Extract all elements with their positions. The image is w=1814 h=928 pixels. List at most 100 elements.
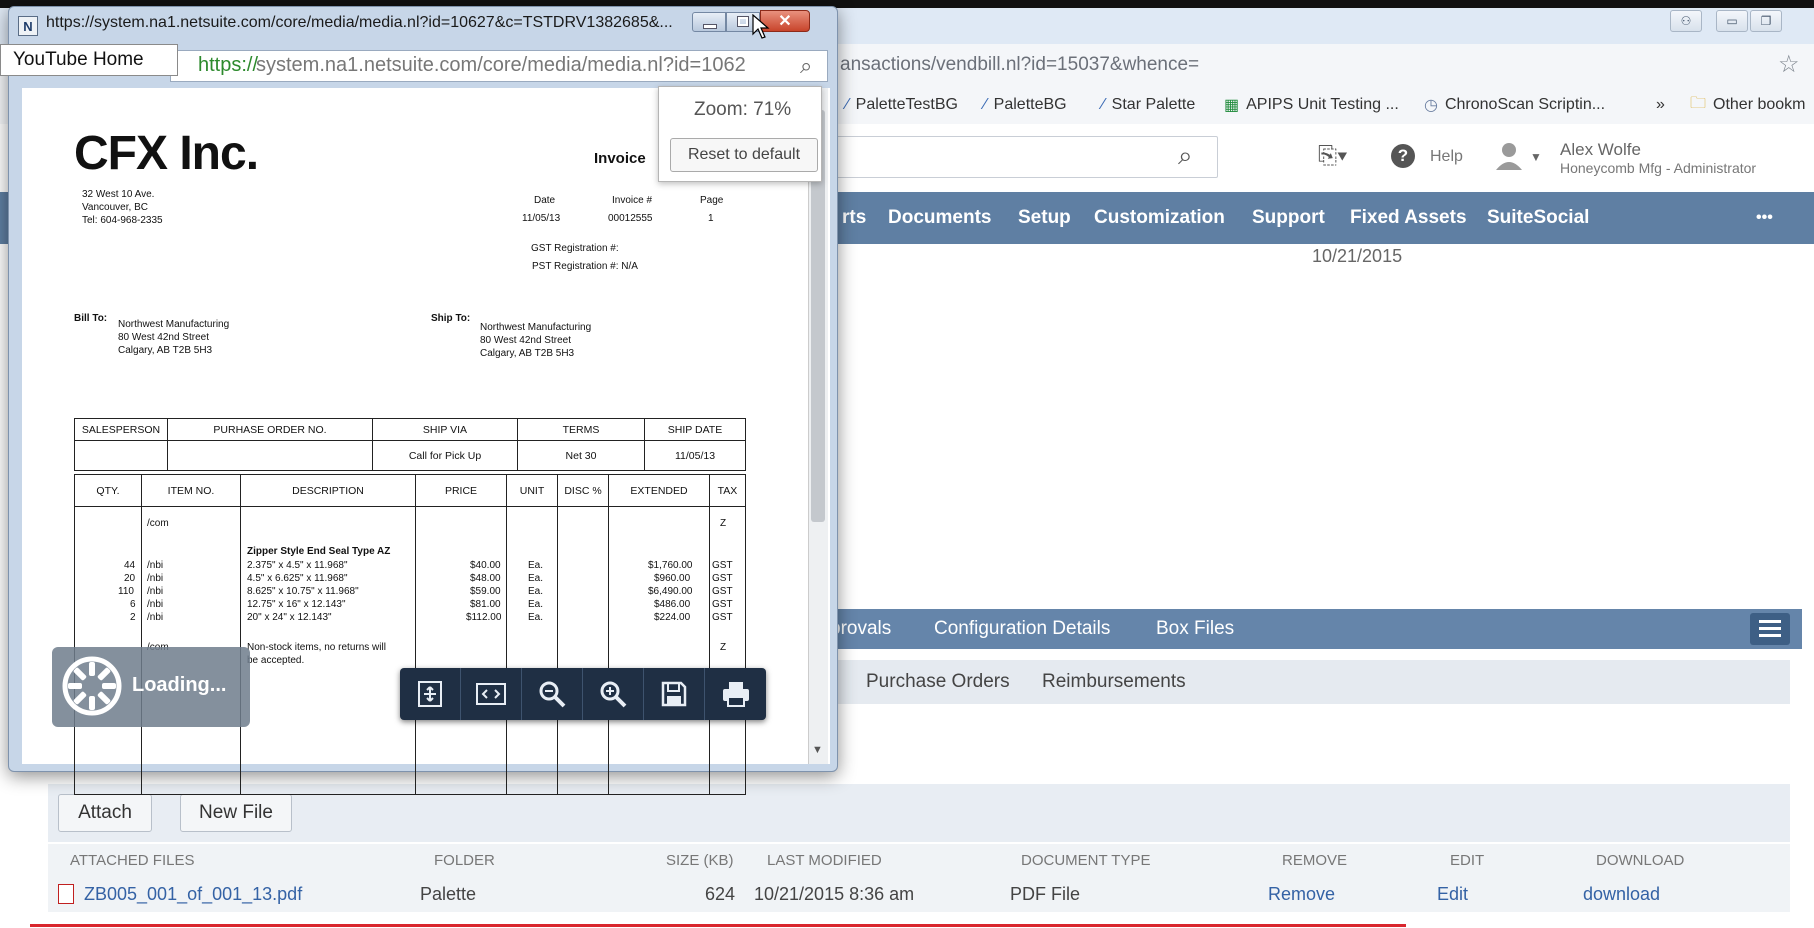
file-size: 624 — [705, 884, 736, 904]
tab-configuration-details[interactable]: Configuration Details — [934, 609, 1110, 649]
browser-restore-button[interactable]: ❐ — [1750, 10, 1782, 32]
chevron-down-icon[interactable]: ▼ — [1530, 150, 1542, 164]
create-new-record-icon[interactable]: ⎘▾ — [1318, 142, 1347, 170]
list-view-icon[interactable] — [1750, 613, 1790, 645]
col-folder[interactable]: FOLDER — [434, 852, 495, 869]
new-file-button[interactable]: New File — [180, 794, 292, 832]
invoice-line-price: $48.00 — [470, 573, 501, 584]
invoice-line-item: /nbi — [147, 612, 164, 623]
col-last-modified[interactable]: LAST MODIFIED — [767, 852, 882, 869]
fit-page-icon[interactable] — [400, 668, 461, 720]
invoice-line-extended: $486.00 — [654, 599, 691, 610]
bookmark-other-bookmarks[interactable]: 🗀 Other bookm — [1690, 92, 1806, 118]
nav-suitesocial[interactable]: SuiteSocial — [1487, 192, 1589, 244]
red-progress-line — [30, 924, 1406, 927]
invoice-header-cell: TERMS — [517, 418, 645, 441]
bookmark-palettetestbg[interactable]: ⁄ PaletteTestBG — [846, 92, 958, 118]
popup-minimize-button[interactable] — [692, 12, 726, 32]
tooltip: YouTube Home — [0, 44, 178, 76]
pdf-file-icon — [58, 884, 74, 904]
help-link[interactable]: Help — [1430, 148, 1463, 166]
invoice-note: Non-stock items, no returns will — [247, 642, 386, 653]
invoice-line-item: /nbi — [147, 560, 164, 571]
print-icon[interactable] — [705, 668, 766, 720]
zoom-in-icon[interactable] — [583, 668, 644, 720]
browser-url-text[interactable]: ansactions/vendbill.nl?id=15037&whence= — [840, 54, 1199, 76]
bookmark-apips-unit-testing[interactable]: ▦ APIPS Unit Testing ... — [1224, 92, 1399, 118]
file-name-link[interactable]: ZB005_001_of_001_13.pdf — [84, 884, 302, 905]
bookmark-palettebg[interactable]: ⁄ PaletteBG — [984, 92, 1067, 118]
edit-link[interactable]: Edit — [1437, 884, 1468, 905]
invoice-note-tax: Z — [720, 642, 727, 653]
zoom-icon[interactable]: ⌕ — [800, 53, 812, 79]
bookmark-chronoscan[interactable]: ◷ ChronoScan Scriptin... — [1424, 92, 1605, 118]
invoice-line-extended: $1,760.00 — [648, 560, 693, 571]
file-folder: Palette — [420, 884, 477, 904]
invoice-line-tax: GST — [712, 586, 733, 597]
invoice-line-tax: Z — [720, 518, 727, 529]
invoice-line-tax: GST — [712, 573, 733, 584]
invoice-line-price: $112.00 — [466, 612, 502, 623]
invoice-line-unit: Ea. — [528, 599, 544, 610]
popup-url-scheme[interactable]: https:// — [198, 54, 258, 77]
col-download[interactable]: DOWNLOAD — [1596, 852, 1684, 869]
reset-zoom-button[interactable]: Reset to default — [670, 138, 818, 172]
help-icon[interactable]: ? — [1391, 144, 1415, 168]
download-link[interactable]: download — [1583, 884, 1660, 905]
fit-width-icon[interactable] — [461, 668, 522, 720]
invoice-header-table: SALESPERSON PURHASE ORDER NO. SHIP VIA T… — [74, 418, 746, 471]
col-size[interactable]: SIZE (KB) — [666, 852, 734, 869]
bookmarks-overflow[interactable]: » — [1656, 92, 1665, 118]
browser-minimize-button[interactable]: ▭ — [1716, 10, 1748, 32]
loading-spinner-icon — [62, 656, 122, 716]
subtab-purchase-orders[interactable]: Purchase Orders — [866, 660, 1010, 704]
invoice-line-price: $59.00 — [470, 586, 501, 597]
nav-setup[interactable]: Setup — [1018, 192, 1071, 244]
nav-customization[interactable]: Customization — [1094, 192, 1225, 244]
nav-more-icon[interactable]: ••• — [1756, 192, 1773, 244]
invoice-number-label: Invoice # — [612, 195, 653, 206]
global-search-input[interactable] — [820, 136, 1218, 178]
zoom-out-icon[interactable] — [522, 668, 583, 720]
folder-icon: 🗀 — [1690, 94, 1707, 112]
nav-documents[interactable]: Documents — [888, 192, 991, 244]
tab-approvals[interactable]: provals — [830, 609, 891, 649]
ship-to-line: Northwest Manufacturing — [480, 322, 592, 333]
invoice-line-item: /nbi — [147, 573, 164, 584]
tab-box-files[interactable]: Box Files — [1156, 609, 1234, 649]
browser-user-icon[interactable]: ⚇ — [1670, 10, 1702, 32]
nav-reports[interactable]: rts — [842, 192, 866, 244]
bookmark-star-icon[interactable]: ☆ — [1778, 50, 1800, 79]
invoice-line-tax: GST — [712, 560, 733, 571]
invoice-line-header: PRICE — [415, 474, 507, 507]
user-avatar-icon[interactable] — [1494, 140, 1524, 170]
nav-fixed-assets[interactable]: Fixed Assets — [1350, 192, 1467, 244]
user-role[interactable]: Honeycomb Mfg - Administrator — [1560, 160, 1756, 176]
search-icon[interactable]: ⌕ — [1178, 140, 1193, 172]
attach-button[interactable]: Attach — [58, 794, 152, 832]
invoice-line-price: $81.00 — [470, 599, 501, 610]
popup-url-text[interactable]: system.na1.netsuite.com/core/media/media… — [256, 54, 746, 77]
user-name[interactable]: Alex Wolfe — [1560, 140, 1641, 160]
invoice-line-desc: 20" x 24" x 12.143" — [247, 612, 332, 623]
save-icon[interactable] — [644, 668, 705, 720]
popup-title: https://system.na1.netsuite.com/core/med… — [46, 14, 673, 31]
nav-support[interactable]: Support — [1252, 192, 1325, 244]
invoice-line-desc: 2.375" x 4.5" x 11.968" — [247, 560, 348, 571]
bookmark-star-palette[interactable]: ⁄ Star Palette — [1102, 92, 1195, 118]
col-attached-files[interactable]: ATTACHED FILES — [70, 852, 194, 869]
invoice-address-line: 32 West 10 Ave. — [82, 189, 155, 200]
invoice-gst: GST Registration #: — [531, 243, 619, 254]
invoice-pst: PST Registration #: N/A — [532, 261, 638, 272]
invoice-address-line: Tel: 604-968-2335 — [82, 215, 163, 226]
col-document-type[interactable]: DOCUMENT TYPE — [1021, 852, 1150, 869]
col-edit[interactable]: EDIT — [1450, 852, 1484, 869]
col-remove[interactable]: REMOVE — [1282, 852, 1347, 869]
subtab-reimbursements[interactable]: Reimbursements — [1042, 660, 1186, 704]
invoice-page-value: 1 — [708, 213, 714, 224]
mouse-cursor-icon — [752, 14, 770, 39]
remove-link[interactable]: Remove — [1268, 884, 1335, 905]
invoice-note: be accepted. — [247, 655, 305, 666]
invoice-header-value: Call for Pick Up — [372, 440, 518, 471]
scroll-down-arrow-icon[interactable]: ▼ — [812, 744, 823, 756]
